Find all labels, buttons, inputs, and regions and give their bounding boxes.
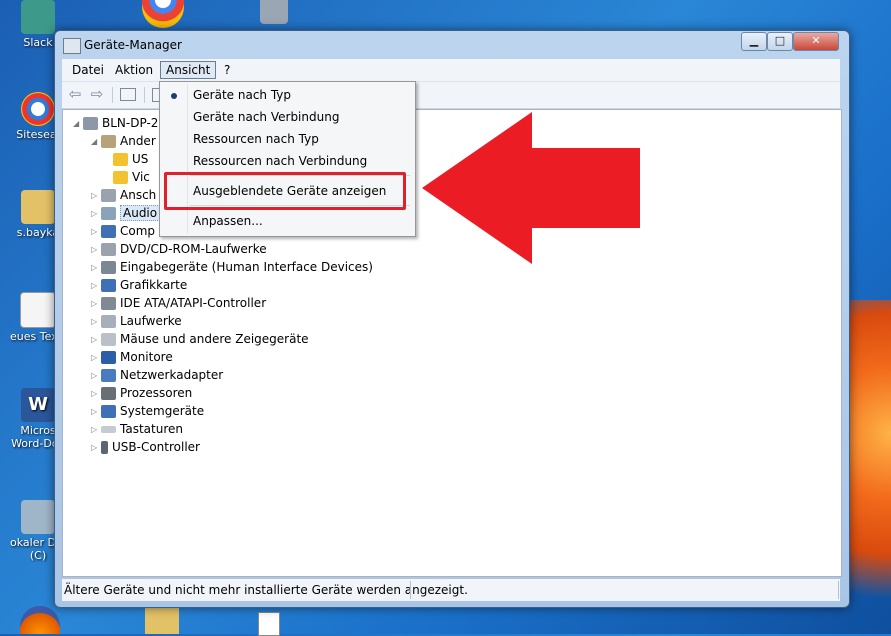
title-bar[interactable]: Geräte-Manager ▁ □ ✕	[55, 31, 849, 59]
shortcut-icon[interactable]	[258, 612, 280, 636]
menu-aktion[interactable]: Aktion	[110, 62, 158, 78]
tree-node[interactable]: ▷ DVD/CD-ROM-Laufwerke	[91, 240, 267, 258]
computer-icon	[83, 117, 98, 130]
warning-icon	[113, 171, 128, 184]
status-divider	[838, 581, 839, 599]
expand-arrow-icon[interactable]: ▷	[91, 295, 101, 313]
dvd-drive-icon	[101, 243, 116, 256]
tree-node[interactable]: ▷ Audio	[91, 204, 161, 223]
collapse-arrow-icon[interactable]: ◢	[73, 115, 83, 133]
warning-icon	[113, 153, 128, 166]
disk-drive-icon	[21, 500, 55, 534]
folder-icon[interactable]	[145, 608, 179, 634]
slack-icon	[21, 0, 55, 34]
toolbar-separator	[112, 87, 113, 103]
forward-arrow-icon[interactable]: ⇨	[88, 86, 106, 102]
tree-leaf[interactable]: Vic	[113, 168, 150, 186]
disk-drive-icon	[101, 315, 116, 328]
tree-node[interactable]: ▷ Comp	[91, 222, 155, 240]
toolbar-separator	[144, 87, 145, 103]
tree-node[interactable]: ▷ USB-Controller	[91, 438, 200, 456]
expand-arrow-icon[interactable]: ▷	[91, 421, 101, 439]
red-arrow-annotation	[422, 112, 640, 264]
menu-item-ressourcen-nach-verbindung[interactable]: Ressourcen nach Verbindung	[193, 151, 367, 171]
tree-node[interactable]: ▷ Mäuse und andere Zeigegeräte	[91, 330, 309, 348]
unknown-device-icon	[101, 135, 116, 148]
tree-node[interactable]: ▷ Prozessoren	[91, 384, 192, 402]
expand-arrow-icon[interactable]: ▷	[91, 259, 101, 277]
tree-node[interactable]: ▷ Eingabegeräte (Human Interface Devices)	[91, 258, 373, 276]
arrow-shape	[422, 112, 640, 264]
menu-item-ressourcen-nach-typ[interactable]: Ressourcen nach Typ	[193, 129, 319, 149]
menu-help[interactable]: ?	[219, 62, 235, 78]
console-tree-icon[interactable]	[119, 86, 137, 102]
ide-controller-icon	[101, 297, 116, 310]
expand-arrow-icon[interactable]: ▷	[91, 223, 101, 241]
status-divider	[410, 581, 411, 599]
port-icon	[101, 189, 116, 202]
tree-node[interactable]: ▷ Tastaturen	[91, 420, 183, 438]
tree-node[interactable]: ◢ Ander	[91, 132, 156, 150]
tree-node[interactable]: ▷ Grafikkarte	[91, 276, 187, 294]
expand-arrow-icon[interactable]: ▷	[91, 313, 101, 331]
monitor-icon	[101, 351, 116, 364]
computer-icon	[101, 225, 116, 238]
tree-root[interactable]: ◢ BLN-DP-2	[73, 114, 158, 132]
menu-datei[interactable]: Datei	[67, 62, 109, 78]
mouse-icon	[101, 333, 116, 346]
word-icon: W	[21, 388, 55, 422]
firefox-icon[interactable]	[20, 606, 60, 634]
usb-icon	[101, 441, 108, 454]
menu-ansicht[interactable]: Ansicht	[160, 61, 217, 79]
expand-arrow-icon[interactable]: ▷	[91, 241, 101, 259]
expand-arrow-icon[interactable]: ▷	[91, 349, 101, 367]
expand-arrow-icon[interactable]: ▷	[91, 439, 101, 457]
speaker-icon	[101, 207, 116, 220]
expand-arrow-icon[interactable]: ▷	[91, 385, 101, 403]
chrome-icon[interactable]	[142, 0, 184, 28]
ansicht-dropdown-menu: Geräte nach Typ Geräte nach Verbindung R…	[159, 81, 416, 237]
folder-icon	[21, 190, 55, 224]
text-document-icon	[20, 292, 56, 328]
window-title: Geräte-Manager	[84, 38, 182, 52]
tree-node[interactable]: ▷ Laufwerke	[91, 312, 182, 330]
tree-node[interactable]: ▷ Ansch	[91, 186, 156, 204]
display-adapter-icon	[101, 279, 116, 292]
expand-arrow-icon[interactable]: ▷	[91, 403, 101, 421]
back-arrow-icon[interactable]: ⇦	[66, 86, 84, 102]
close-button[interactable]: ✕	[793, 32, 839, 51]
chrome-icon	[21, 92, 55, 126]
tree-node[interactable]: ▷ Systemgeräte	[91, 402, 204, 420]
processor-icon	[101, 387, 116, 400]
expand-arrow-icon[interactable]: ▷	[91, 277, 101, 295]
menu-gutter	[187, 84, 188, 234]
expand-arrow-icon[interactable]: ▷	[91, 367, 101, 385]
highlight-box	[164, 172, 406, 210]
tree-node[interactable]: ▷ Netzwerkadapter	[91, 366, 223, 384]
expand-arrow-icon[interactable]: ▷	[91, 187, 101, 205]
minimize-button[interactable]: ▁	[741, 32, 767, 51]
menu-bar: Datei Aktion Ansicht ?	[62, 59, 840, 82]
system-devices-icon	[101, 405, 116, 418]
expand-arrow-icon[interactable]: ▷	[91, 331, 101, 349]
status-bar: Ältere Geräte und nicht mehr installiert…	[62, 578, 840, 601]
tree-node[interactable]: ▷ IDE ATA/ATAPI-Controller	[91, 294, 266, 312]
menu-item-geraete-nach-verbindung[interactable]: Geräte nach Verbindung	[193, 107, 339, 127]
tree-node[interactable]: ▷ Monitore	[91, 348, 173, 366]
menu-item-anpassen[interactable]: Anpassen...	[193, 211, 263, 231]
device-manager-icon	[63, 38, 81, 54]
collapse-arrow-icon[interactable]: ◢	[91, 133, 101, 151]
menu-item-geraete-nach-typ[interactable]: Geräte nach Typ	[193, 85, 291, 105]
radio-bullet-icon	[171, 93, 177, 99]
maximize-button[interactable]: □	[767, 32, 793, 51]
network-adapter-icon	[101, 369, 116, 382]
keyboard-icon	[101, 426, 116, 433]
lock-icon[interactable]	[260, 0, 288, 24]
hid-icon	[101, 261, 116, 274]
expand-arrow-icon[interactable]: ▷	[91, 205, 101, 223]
tree-leaf[interactable]: US	[113, 150, 148, 168]
status-text: Ältere Geräte und nicht mehr installiert…	[64, 583, 468, 597]
